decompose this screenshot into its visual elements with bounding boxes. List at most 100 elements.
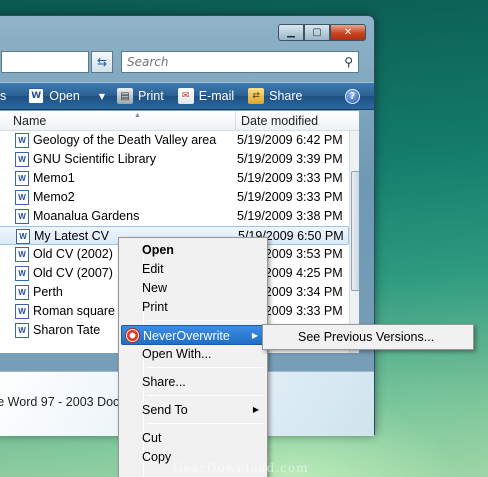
- refresh-button[interactable]: ⇆: [91, 51, 113, 73]
- file-name: Moanalua Gardens: [33, 209, 140, 223]
- word-document-icon: W: [15, 171, 29, 186]
- table-row[interactable]: W Memo2 5/19/2009 3:33 PM: [0, 188, 349, 207]
- file-name: Geology of the Death Valley area: [33, 133, 217, 147]
- file-name: Sharon Tate: [33, 323, 101, 337]
- menu-item-share[interactable]: Share...: [121, 372, 265, 392]
- column-date-label: Date modified: [241, 114, 319, 128]
- refresh-icon: ⇆: [96, 55, 108, 69]
- menu-item-print[interactable]: Print: [121, 297, 265, 317]
- menu-item-open[interactable]: Open: [121, 240, 265, 260]
- menu-item-cut[interactable]: Cut: [121, 428, 265, 448]
- menu-separator: [147, 320, 263, 321]
- menu-item-label: Open: [142, 243, 174, 257]
- column-name-label: Name: [13, 114, 47, 128]
- file-name: Perth: [33, 285, 63, 299]
- share-icon: ⇄: [248, 88, 265, 104]
- table-row[interactable]: W Moanalua Gardens 5/19/2009 3:38 PM: [0, 207, 349, 226]
- word-document-icon: W: [16, 229, 30, 244]
- table-row[interactable]: W Memo1 5/19/2009 3:33 PM: [0, 169, 349, 188]
- vertical-scroll-thumb[interactable]: [351, 171, 359, 291]
- file-name: GNU Scientific Library: [33, 152, 156, 166]
- menu-item-edit[interactable]: Edit: [121, 259, 265, 279]
- file-date: 5/19/2009 6:42 PM: [237, 133, 343, 147]
- menu-item-label: Open With...: [142, 347, 212, 361]
- menu-item-new[interactable]: New: [121, 278, 265, 298]
- submenu-arrow-icon: ▶: [251, 331, 258, 340]
- toolbar-print-label: Print: [138, 89, 164, 103]
- menu-item-label: Print: [142, 300, 168, 314]
- caption-buttons: ▁ ▢ ✕: [278, 24, 366, 41]
- word-document-icon: W: [15, 209, 29, 224]
- toolbar-open-label: Open: [49, 89, 80, 103]
- menu-item-open-with[interactable]: Open With...: [121, 344, 265, 364]
- search-icon[interactable]: ⚲: [344, 55, 353, 69]
- toolbar-partial-label: s: [0, 89, 7, 103]
- menu-separator: [147, 395, 263, 396]
- menu-item-label: See Previous Versions...: [298, 330, 435, 344]
- file-name: Old CV (2002): [33, 247, 113, 261]
- email-icon: ✉: [177, 88, 194, 104]
- search-input[interactable]: [122, 52, 332, 72]
- menu-item-neveroverwrite[interactable]: NeverOverwrite ▶: [121, 325, 265, 345]
- word-document-icon: W: [15, 247, 29, 262]
- menu-item-label: Share...: [142, 375, 186, 389]
- word-document-icon: W: [15, 285, 29, 300]
- maximize-button[interactable]: ▢: [304, 24, 330, 41]
- help-icon: ?: [345, 88, 360, 104]
- word-document-icon: W: [15, 266, 29, 281]
- command-toolbar: s W Open ▼ ▤ Print ✉ E-mail ⇄ Share ?: [0, 82, 374, 110]
- menu-item-send-to[interactable]: Send To ▶: [121, 400, 265, 420]
- close-icon: ✕: [343, 27, 353, 38]
- table-row[interactable]: W GNU Scientific Library 5/19/2009 3:39 …: [0, 150, 349, 169]
- table-row[interactable]: W Geology of the Death Valley area 5/19/…: [0, 131, 349, 150]
- toolbar-open-button[interactable]: W Open ▼: [24, 83, 109, 109]
- file-name: Memo2: [33, 190, 75, 204]
- menu-item-label: Cut: [142, 431, 162, 445]
- minimize-button[interactable]: ▁: [278, 24, 304, 41]
- column-header-bar: ▲ Name Date modified: [0, 111, 359, 131]
- lifebuoy-icon: [125, 328, 140, 343]
- chevron-down-icon[interactable]: ▼: [99, 92, 105, 101]
- toolbar-help-button[interactable]: ?: [341, 83, 364, 109]
- details-file-type: ce Word 97 - 2003 Doc: [0, 395, 120, 409]
- menu-item-label: Send To: [142, 403, 188, 417]
- close-button[interactable]: ✕: [330, 24, 366, 41]
- file-date: 5/19/2009 3:33 PM: [237, 190, 343, 204]
- word-document-icon: W: [15, 133, 29, 148]
- menu-separator: [147, 423, 263, 424]
- minimize-icon: ▁: [287, 27, 295, 38]
- word-icon: W: [28, 88, 45, 104]
- toolbar-email-label: E-mail: [198, 89, 235, 103]
- file-name: Old CV (2007): [33, 266, 113, 280]
- word-document-icon: W: [15, 304, 29, 319]
- toolbar-share-button[interactable]: ⇄ Share: [244, 83, 306, 109]
- word-document-icon: W: [15, 190, 29, 205]
- toolbar-organize-button[interactable]: s: [0, 83, 10, 109]
- file-date: 5/19/2009 3:38 PM: [237, 209, 343, 223]
- vertical-scrollbar[interactable]: [349, 131, 359, 353]
- menu-item-see-previous-versions[interactable]: See Previous Versions...: [265, 327, 471, 347]
- toolbar-email-button[interactable]: ✉ E-mail: [174, 83, 238, 109]
- toolbar-print-button[interactable]: ▤ Print: [113, 83, 168, 109]
- column-header-name[interactable]: ▲ Name: [11, 111, 236, 131]
- file-date: 5/19/2009 3:33 PM: [237, 171, 343, 185]
- menu-item-label: Copy: [142, 450, 172, 464]
- printer-icon: ▤: [117, 88, 133, 104]
- watermark: GearDownload.com: [173, 461, 309, 475]
- sort-arrow-icon: ▲: [134, 112, 141, 119]
- word-document-icon: W: [15, 152, 29, 167]
- neveroverwrite-submenu: See Previous Versions...: [262, 324, 474, 350]
- file-name: My Latest CV: [34, 229, 110, 243]
- submenu-arrow-icon: ▶: [252, 405, 259, 414]
- file-name: Memo1: [33, 171, 75, 185]
- context-menu: Open Edit New Print NeverOverwrite ▶ Ope…: [118, 237, 268, 477]
- address-bar[interactable]: [1, 51, 89, 73]
- menu-item-label: Edit: [142, 262, 164, 276]
- toolbar-share-label: Share: [269, 89, 303, 103]
- menu-item-label: NeverOverwrite: [143, 329, 230, 343]
- column-header-date[interactable]: Date modified: [237, 111, 357, 131]
- address-row: ⇆ ⚲: [1, 51, 366, 75]
- maximize-icon: ▢: [312, 27, 322, 38]
- search-box: ⚲: [121, 51, 359, 73]
- file-name: Roman square co: [33, 304, 132, 318]
